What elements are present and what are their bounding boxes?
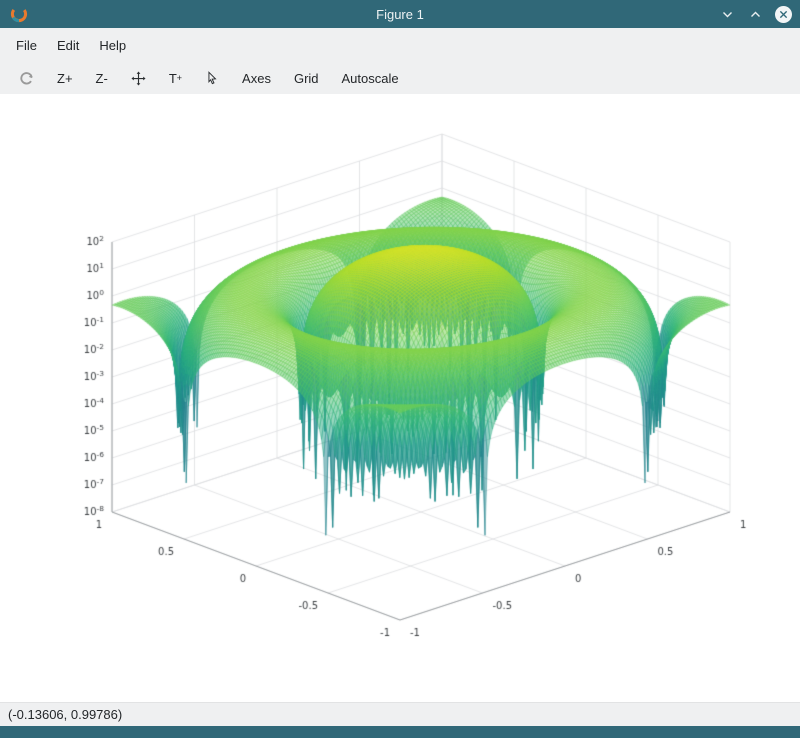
- maximize-button[interactable]: [744, 3, 766, 25]
- select-tool-button[interactable]: [198, 68, 226, 88]
- menu-item-edit[interactable]: Edit: [47, 33, 89, 58]
- figure-window: Figure 1 File Edit: [0, 0, 800, 738]
- chevron-up-icon: [749, 8, 762, 21]
- window-bottom-edge: [0, 726, 800, 738]
- app-icon: [10, 5, 28, 23]
- pan-icon: [131, 71, 146, 86]
- axes-button[interactable]: Axes: [235, 69, 278, 88]
- close-button[interactable]: [772, 3, 794, 25]
- chevron-down-icon: [721, 8, 734, 21]
- text-tool-label: T: [169, 72, 177, 85]
- text-tool-sub: +: [177, 74, 182, 83]
- toolbar: Z+ Z- T+ Axes Grid Autoscale: [0, 62, 800, 94]
- menu-item-help[interactable]: Help: [89, 33, 136, 58]
- close-icon: [775, 6, 792, 23]
- cursor-coordinates: (-0.13606, 0.99786): [8, 707, 122, 722]
- rotate-icon: [19, 71, 34, 86]
- minimize-button[interactable]: [716, 3, 738, 25]
- menu-item-file[interactable]: File: [6, 33, 47, 58]
- menubar: File Edit Help: [0, 28, 800, 62]
- cursor-icon: [205, 71, 219, 85]
- text-tool-button[interactable]: T+: [162, 69, 189, 88]
- window-title: Figure 1: [0, 7, 800, 22]
- zoom-in-button[interactable]: Z+: [50, 69, 80, 88]
- rotate-view-button[interactable]: [12, 68, 41, 89]
- grid-button[interactable]: Grid: [287, 69, 326, 88]
- surface-plot-canvas[interactable]: [0, 94, 800, 702]
- autoscale-button[interactable]: Autoscale: [335, 69, 406, 88]
- pan-button[interactable]: [124, 68, 153, 89]
- window-controls: [716, 3, 794, 25]
- zoom-out-button[interactable]: Z-: [89, 69, 115, 88]
- window-titlebar[interactable]: Figure 1: [0, 0, 800, 28]
- plot-area: [0, 94, 800, 702]
- statusbar: (-0.13606, 0.99786): [0, 702, 800, 726]
